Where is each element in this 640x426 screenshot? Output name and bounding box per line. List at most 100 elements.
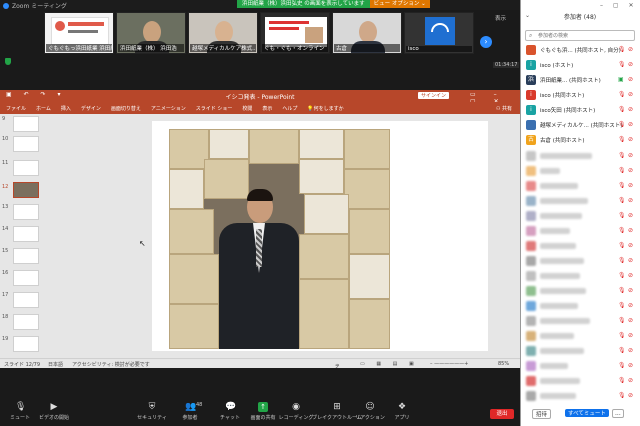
mic-muted-icon[interactable]: 🎙: [618, 347, 626, 354]
slide-thumbnail-selected[interactable]: [13, 182, 39, 198]
record-button[interactable]: ◉ レコーディング: [276, 402, 316, 421]
video-off-icon[interactable]: ⊘: [628, 106, 633, 113]
participant-row-blurred[interactable]: 🎙 ⊘: [524, 210, 638, 222]
video-off-icon[interactable]: ⊘: [628, 136, 633, 143]
zoom-level[interactable]: 85%: [498, 361, 509, 367]
participant-row-blurred[interactable]: 🎙 ⊘: [524, 195, 638, 207]
mic-muted-icon[interactable]: 🎙: [618, 227, 626, 234]
video-off-icon[interactable]: ⊘: [628, 302, 633, 309]
mic-muted-icon[interactable]: 🎙: [618, 46, 626, 53]
mic-muted-icon[interactable]: 🎙: [618, 212, 626, 219]
mic-muted-icon[interactable]: 🎙: [618, 362, 626, 369]
participant-row[interactable]: i isco矢田 (共同ホスト) 🎙 ⊘: [524, 104, 638, 116]
slide-thumbnail[interactable]: [13, 116, 39, 132]
invite-button[interactable]: 招待: [532, 409, 552, 419]
tab-slideshow[interactable]: スライド ショー: [196, 105, 233, 112]
leave-meeting-button[interactable]: 退出: [490, 409, 514, 419]
participant-row[interactable]: i isco (ホスト) 🎙 ⊘: [524, 59, 638, 71]
participant-row-blurred[interactable]: 🎙 ⊘: [524, 375, 638, 387]
video-off-icon[interactable]: ⊘: [628, 377, 633, 384]
video-off-icon[interactable]: ⊘: [628, 227, 633, 234]
slide-thumbnail[interactable]: [13, 336, 39, 352]
mute-all-button[interactable]: すべてミュート: [565, 409, 609, 417]
tab-insert[interactable]: 挿入: [61, 105, 71, 112]
participant-row-blurred[interactable]: 🎙 ⊘: [524, 390, 638, 402]
participant-row-blurred[interactable]: 🎙 ⊘: [524, 285, 638, 297]
participant-row-blurred[interactable]: 🎙 ⊘: [524, 255, 638, 267]
video-thumbnail[interactable]: isco: [404, 12, 474, 54]
participant-row-blurred[interactable]: 🎙 ⊘: [524, 315, 638, 327]
participant-row[interactable]: i isco (共同ホスト) 🎙 ⊘: [524, 89, 638, 101]
video-off-icon[interactable]: ⊘: [628, 212, 633, 219]
slide-thumbnail[interactable]: [13, 292, 39, 308]
mic-muted-icon[interactable]: 🎙: [618, 287, 626, 294]
video-off-icon[interactable]: ⊘: [628, 167, 633, 174]
tab-review[interactable]: 校閲: [242, 105, 252, 112]
mic-muted-icon[interactable]: 🎙: [618, 167, 626, 174]
video-off-icon[interactable]: ⊘: [628, 121, 633, 128]
video-off-icon[interactable]: ⊘: [628, 242, 633, 249]
video-off-icon[interactable]: ⊘: [628, 272, 633, 279]
tab-file[interactable]: ファイル: [6, 105, 26, 112]
mic-muted-icon[interactable]: 🎙: [618, 91, 626, 98]
participant-row[interactable]: 古 古倉 (共同ホスト) 🎙 ⊘: [524, 134, 638, 146]
video-off-icon[interactable]: ⊘: [628, 197, 633, 204]
slide-thumbnail[interactable]: [13, 136, 39, 152]
slide-thumbnail[interactable]: [13, 160, 39, 176]
participant-row[interactable]: 越塚メディカルケ... (共同ホスト) 🎙 ⊘: [524, 119, 638, 131]
video-thumbnail[interactable]: 古倉: [332, 12, 402, 54]
participant-row-blurred[interactable]: 🎙 ⊘: [524, 225, 638, 237]
apps-button[interactable]: ❖ アプリ: [382, 402, 422, 421]
video-off-icon[interactable]: ⊘: [628, 76, 633, 83]
view-button[interactable]: 表示: [495, 14, 506, 22]
mic-muted-icon[interactable]: 🎙: [618, 136, 626, 143]
mic-muted-icon[interactable]: 🎙: [618, 61, 626, 68]
mic-muted-icon[interactable]: 🎙: [618, 197, 626, 204]
video-off-icon[interactable]: ⊘: [628, 332, 633, 339]
mic-muted-icon[interactable]: 🎙: [618, 332, 626, 339]
view-option-button[interactable]: ビュー オプション ⌄: [369, 0, 430, 8]
participant-row-blurred[interactable]: 🎙 ⊘: [524, 270, 638, 282]
tab-help[interactable]: ヘルプ: [282, 105, 297, 112]
mic-muted-icon[interactable]: 🎙: [618, 182, 626, 189]
participant-row-blurred[interactable]: 🎙 ⊘: [524, 345, 638, 357]
video-thumbnail[interactable]: 越塚メディカルケア株式...: [188, 12, 258, 54]
video-off-icon[interactable]: ⊘: [628, 152, 633, 159]
slide-thumbnail[interactable]: [13, 270, 39, 286]
slide-thumbnail[interactable]: [13, 204, 39, 220]
mic-muted-icon[interactable]: 🎙: [618, 242, 626, 249]
next-thumbnails-button[interactable]: ›: [480, 36, 492, 48]
participant-row-blurred[interactable]: 🎙 ⊘: [524, 180, 638, 192]
slide-thumbnail[interactable]: [13, 226, 39, 242]
panel-window-controls[interactable]: – ▢ ✕: [600, 2, 638, 9]
tell-me-input[interactable]: 💡何をしますか: [307, 105, 343, 112]
tab-transitions[interactable]: 画面切り替え: [111, 105, 141, 112]
video-off-icon[interactable]: ⊘: [628, 257, 633, 264]
security-button[interactable]: ⛨ セキュリティ: [132, 402, 172, 421]
participant-row-blurred[interactable]: 🎙 ⊘: [524, 300, 638, 312]
mic-muted-icon[interactable]: 🎙: [618, 257, 626, 264]
video-thumbnail[interactable]: ぐも・ぐも・オンライン: [260, 12, 330, 54]
video-off-icon[interactable]: ⊘: [628, 287, 633, 294]
participant-row-blurred[interactable]: 🎙 ⊘: [524, 360, 638, 372]
mic-muted-icon[interactable]: 🎙: [618, 272, 626, 279]
signin-button[interactable]: サインイン: [418, 92, 450, 99]
mic-muted-icon[interactable]: 🎙: [618, 106, 626, 113]
mic-muted-icon[interactable]: 🎙: [618, 152, 626, 159]
tab-home[interactable]: ホーム: [36, 105, 51, 112]
video-off-icon[interactable]: ⊘: [628, 392, 633, 399]
more-options-button[interactable]: ...: [612, 409, 624, 418]
participant-search-input[interactable]: [538, 32, 632, 40]
video-off-icon[interactable]: ⊘: [628, 182, 633, 189]
participant-search[interactable]: ⌕: [525, 30, 635, 41]
slide-thumbnail[interactable]: [13, 314, 39, 330]
video-thumbnail[interactable]: 浜田紙業（株） 浜田浩: [116, 12, 186, 54]
participant-row-blurred[interactable]: 🎙 ⊘: [524, 165, 638, 177]
video-off-icon[interactable]: ⊘: [628, 61, 633, 68]
participant-row-blurred[interactable]: 🎙 ⊘: [524, 240, 638, 252]
mic-muted-icon[interactable]: 🎙: [618, 377, 626, 384]
participant-row[interactable]: 浜 浜田紙業... (共同ホスト) ▣ ⊘: [524, 74, 638, 86]
participant-row[interactable]: ぐもぐも浜... (共同ホスト, 自分) 🎙 ⊘: [524, 44, 638, 56]
language-indicator[interactable]: 日本語: [48, 361, 63, 368]
participants-button[interactable]: 👥 参加者: [170, 402, 210, 421]
